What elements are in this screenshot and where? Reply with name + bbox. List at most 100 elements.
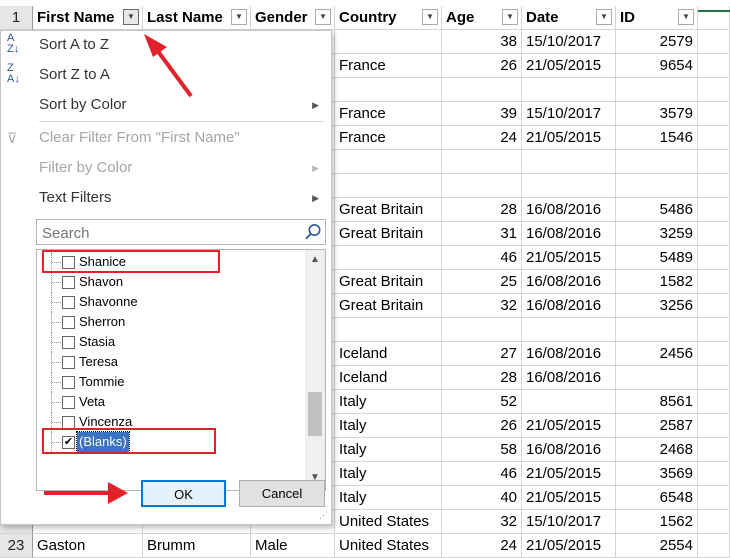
table-cell[interactable] — [442, 78, 522, 102]
table-cell[interactable]: 3256 — [616, 294, 698, 318]
table-cell[interactable]: 2579 — [616, 30, 698, 54]
table-cell[interactable]: Gaston — [33, 534, 143, 558]
table-cell[interactable]: 24 — [442, 126, 522, 150]
table-cell[interactable] — [442, 318, 522, 342]
empty-cell[interactable] — [698, 174, 730, 198]
table-cell[interactable]: Italy — [335, 390, 442, 414]
filter-dropdown-icon[interactable]: ▼ — [123, 9, 139, 25]
table-cell[interactable]: Italy — [335, 414, 442, 438]
table-cell[interactable]: Great Britain — [335, 222, 442, 246]
empty-cell[interactable] — [698, 342, 730, 366]
column-header[interactable]: Date ▼ — [522, 6, 616, 30]
table-cell[interactable] — [335, 150, 442, 174]
empty-cell[interactable] — [698, 150, 730, 174]
ok-button[interactable]: OK — [141, 480, 226, 507]
table-cell[interactable]: 21/05/2015 — [522, 534, 616, 558]
table-cell[interactable] — [335, 78, 442, 102]
cancel-button[interactable]: Cancel — [239, 480, 325, 507]
checkbox[interactable] — [62, 376, 75, 389]
empty-cell[interactable] — [698, 102, 730, 126]
scroll-up-icon[interactable]: ▲ — [305, 254, 325, 265]
search-input[interactable] — [40, 221, 294, 245]
search-box[interactable] — [36, 219, 326, 245]
table-cell[interactable] — [335, 30, 442, 54]
table-cell[interactable]: 1582 — [616, 270, 698, 294]
table-cell[interactable]: 40 — [442, 486, 522, 510]
table-cell[interactable]: 27 — [442, 342, 522, 366]
filter-dropdown-icon[interactable]: ▼ — [231, 9, 247, 25]
checkbox[interactable] — [62, 336, 75, 349]
table-cell[interactable]: 26 — [442, 414, 522, 438]
filter-dropdown-icon[interactable]: ▼ — [422, 9, 438, 25]
table-cell[interactable]: 8561 — [616, 390, 698, 414]
table-cell[interactable] — [522, 390, 616, 414]
empty-cell[interactable] — [698, 318, 730, 342]
table-cell[interactable] — [616, 78, 698, 102]
table-cell[interactable]: Great Britain — [335, 198, 442, 222]
table-cell[interactable]: 38 — [442, 30, 522, 54]
table-cell[interactable]: 6548 — [616, 486, 698, 510]
table-cell[interactable] — [522, 318, 616, 342]
empty-cell[interactable] — [698, 414, 730, 438]
table-cell[interactable]: 39 — [442, 102, 522, 126]
table-cell[interactable]: 16/08/2016 — [522, 366, 616, 390]
table-cell[interactable]: 21/05/2015 — [522, 462, 616, 486]
column-header[interactable]: First Name ▼ — [33, 6, 143, 30]
table-cell[interactable]: 3259 — [616, 222, 698, 246]
list-scrollbar[interactable]: ▲ ▼ — [305, 250, 325, 490]
list-item[interactable]: Shavon — [37, 272, 305, 292]
table-cell[interactable]: Male — [251, 534, 335, 558]
table-cell[interactable]: 16/08/2016 — [522, 342, 616, 366]
table-cell[interactable] — [616, 366, 698, 390]
column-header[interactable]: Age ▼ — [442, 6, 522, 30]
table-cell[interactable]: 46 — [442, 462, 522, 486]
empty-cell[interactable] — [698, 534, 730, 558]
table-cell[interactable]: 31 — [442, 222, 522, 246]
empty-cell[interactable] — [698, 126, 730, 150]
checkbox[interactable] — [62, 296, 75, 309]
table-cell[interactable]: 21/05/2015 — [522, 486, 616, 510]
column-header[interactable]: Country ▼ — [335, 6, 442, 30]
sort-a-to-z-item[interactable]: Sort A to Z — [39, 33, 109, 57]
table-cell[interactable]: 16/08/2016 — [522, 198, 616, 222]
table-cell[interactable]: United States — [335, 534, 442, 558]
table-cell[interactable]: 15/10/2017 — [522, 510, 616, 534]
table-cell[interactable]: Great Britain — [335, 270, 442, 294]
table-cell[interactable]: 25 — [442, 270, 522, 294]
list-item[interactable]: Stasia — [37, 332, 305, 352]
table-cell[interactable]: 21/05/2015 — [522, 54, 616, 78]
empty-cell[interactable] — [698, 390, 730, 414]
empty-cell[interactable] — [698, 78, 730, 102]
empty-cell[interactable] — [698, 462, 730, 486]
empty-cell[interactable] — [698, 54, 730, 78]
column-header[interactable]: Last Name ▼ — [143, 6, 251, 30]
empty-cell[interactable] — [698, 222, 730, 246]
empty-cell[interactable] — [698, 246, 730, 270]
empty-cell[interactable] — [698, 486, 730, 510]
checkbox[interactable] — [62, 276, 75, 289]
empty-cell[interactable] — [698, 366, 730, 390]
checkbox[interactable] — [62, 316, 75, 329]
table-cell[interactable]: 32 — [442, 510, 522, 534]
list-item[interactable]: Shavonne — [37, 292, 305, 312]
row-number[interactable]: 23 — [0, 534, 33, 558]
list-item[interactable]: Teresa — [37, 352, 305, 372]
table-cell[interactable]: 26 — [442, 54, 522, 78]
table-cell[interactable]: Iceland — [335, 366, 442, 390]
table-cell[interactable]: Italy — [335, 438, 442, 462]
table-cell[interactable]: 21/05/2015 — [522, 414, 616, 438]
table-cell[interactable] — [522, 174, 616, 198]
table-cell[interactable]: 32 — [442, 294, 522, 318]
table-cell[interactable]: 2554 — [616, 534, 698, 558]
empty-cell[interactable] — [698, 270, 730, 294]
table-cell[interactable]: Italy — [335, 462, 442, 486]
table-cell[interactable] — [522, 78, 616, 102]
table-cell[interactable]: 21/05/2015 — [522, 246, 616, 270]
table-cell[interactable]: 16/08/2016 — [522, 222, 616, 246]
table-cell[interactable]: 21/05/2015 — [522, 126, 616, 150]
table-cell[interactable]: United States — [335, 510, 442, 534]
table-cell[interactable]: 3569 — [616, 462, 698, 486]
table-cell[interactable]: 15/10/2017 — [522, 30, 616, 54]
list-item[interactable]: Tommie — [37, 372, 305, 392]
table-cell[interactable] — [616, 150, 698, 174]
